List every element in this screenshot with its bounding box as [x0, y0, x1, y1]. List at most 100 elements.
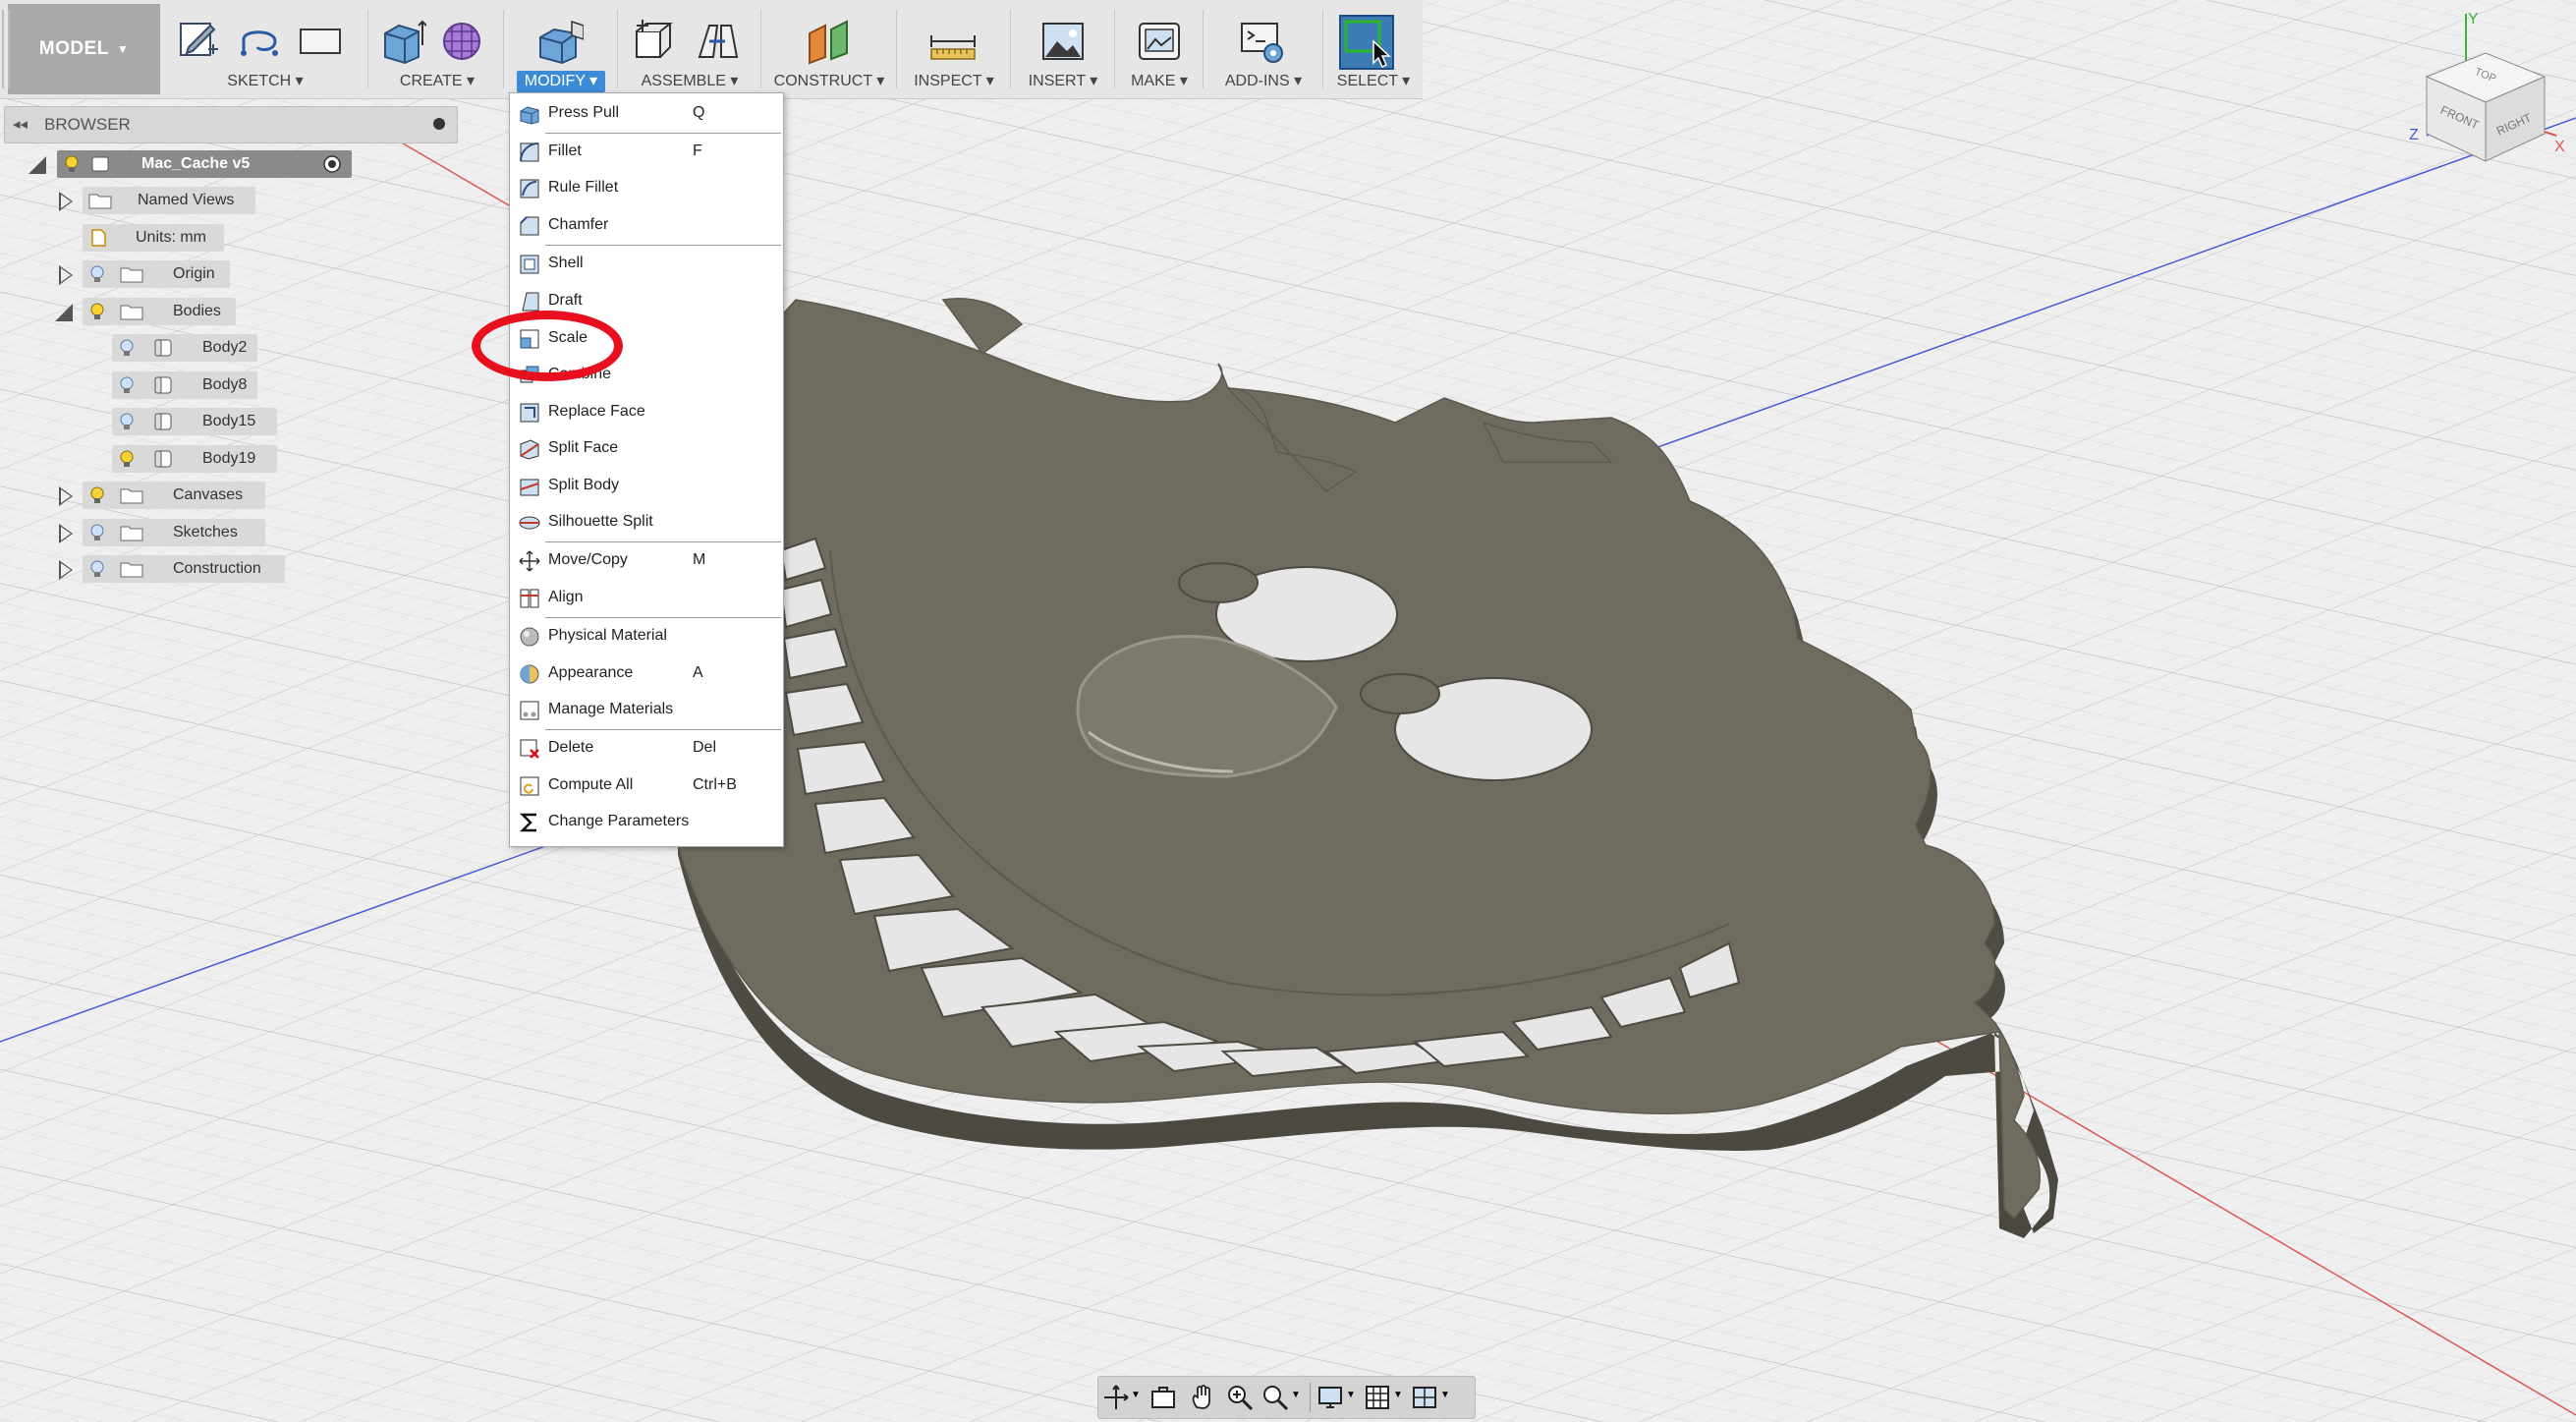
line-tool-icon[interactable]: [236, 18, 283, 65]
tree-item-label: Canvases: [173, 486, 244, 503]
menu-item-compute-all[interactable]: Compute All Ctrl+B: [510, 768, 783, 803]
visibility-bulb-icon[interactable]: [90, 265, 104, 283]
press-pull-icon: [520, 106, 539, 125]
menu-item-label: Press Pull: [548, 104, 620, 121]
toolbar-group-select[interactable]: SELECT ▾: [1326, 4, 1421, 94]
press-pull-icon[interactable]: [536, 18, 584, 65]
3d-print-icon[interactable]: [1136, 18, 1183, 65]
caret-down-icon[interactable]: ▼: [1440, 1390, 1450, 1400]
toolbar-group-label: ASSEMBLE: [641, 73, 726, 89]
menu-item-shortcut: M: [693, 551, 706, 568]
select-icon[interactable]: [1338, 14, 1395, 71]
viewports-icon[interactable]: [1411, 1384, 1438, 1411]
menu-item-shell[interactable]: Shell: [510, 246, 783, 281]
tree-item-body2[interactable]: Body2: [112, 334, 259, 364]
grid-settings-icon[interactable]: [1364, 1384, 1391, 1411]
tree-item-origin[interactable]: Origin: [55, 260, 242, 290]
canvas-viewport[interactable]: [0, 0, 2576, 1422]
menu-item-chamfer[interactable]: Chamfer: [510, 207, 783, 243]
menu-item-rule-fillet[interactable]: Rule Fillet: [510, 170, 783, 205]
menu-item-change-parameters[interactable]: Change Parameters: [510, 804, 783, 839]
toolbar-group-assemble[interactable]: ASSEMBLE ▾: [621, 4, 758, 94]
measure-icon[interactable]: [929, 18, 977, 65]
caret-down-icon[interactable]: ▼: [1346, 1390, 1356, 1400]
activate-radio-icon[interactable]: [322, 154, 342, 174]
collapsed-arrow-icon[interactable]: [59, 524, 73, 543]
zoom-icon[interactable]: [1226, 1384, 1254, 1411]
visibility-bulb-icon[interactable]: [90, 560, 104, 578]
orbit-icon[interactable]: [1102, 1384, 1130, 1411]
visibility-bulb-icon[interactable]: [90, 486, 104, 504]
collapsed-arrow-icon[interactable]: [59, 265, 73, 285]
tree-item-named-views[interactable]: Named Views: [55, 187, 261, 216]
tree-item-canvases[interactable]: Canvases: [55, 482, 271, 511]
menu-item-silhouette-split[interactable]: Silhouette Split: [510, 504, 783, 540]
navigation-bar: ▼ ▼ ▼ ▼ ▼: [1097, 1376, 1476, 1419]
toolbar-group-inspect[interactable]: INSPECT ▾: [900, 4, 1008, 94]
fit-view-icon[interactable]: [1261, 1384, 1289, 1411]
scripts-icon[interactable]: [1238, 18, 1285, 65]
tree-item-construction[interactable]: Construction: [55, 555, 291, 585]
caret-down-icon[interactable]: ▼: [1291, 1390, 1301, 1400]
visibility-bulb-icon[interactable]: [120, 450, 134, 468]
offset-plane-icon[interactable]: [806, 18, 853, 65]
visibility-bulb-icon[interactable]: [120, 376, 134, 394]
rectangle-tool-icon[interactable]: [297, 18, 344, 65]
menu-item-replace-face[interactable]: Replace Face: [510, 394, 783, 429]
form-icon[interactable]: [438, 18, 485, 65]
expanded-arrow-icon[interactable]: [55, 304, 73, 321]
menu-item-delete[interactable]: Delete Del: [510, 730, 783, 766]
menu-item-align[interactable]: Align: [510, 580, 783, 615]
tree-root[interactable]: Mac_Cache v5: [26, 150, 352, 180]
sigma-icon: [519, 813, 536, 832]
tree-item-units[interactable]: Units: mm: [83, 224, 230, 254]
create-sketch-icon[interactable]: [175, 18, 222, 65]
pan-hand-icon[interactable]: [1189, 1384, 1216, 1411]
toolbar-group-create[interactable]: CREATE ▾: [373, 4, 501, 94]
new-component-icon[interactable]: [629, 18, 676, 65]
visibility-bulb-icon[interactable]: [65, 155, 79, 173]
menu-item-appearance[interactable]: Appearance A: [510, 655, 783, 691]
toolbar-group-sketch[interactable]: SKETCH ▾: [167, 4, 364, 94]
workspace-switcher[interactable]: MODEL ▼: [2, 4, 160, 94]
toolbar-group-construct[interactable]: CONSTRUCT ▾: [764, 4, 894, 94]
collapsed-arrow-icon[interactable]: [59, 560, 73, 580]
menu-item-fillet[interactable]: Fillet F: [510, 134, 783, 169]
collapsed-arrow-icon[interactable]: [59, 486, 73, 506]
tree-item-label: Bodies: [173, 303, 221, 319]
tree-item-label: Named Views: [138, 192, 235, 208]
menu-item-physical-material[interactable]: Physical Material: [510, 618, 783, 654]
insert-image-icon[interactable]: [1039, 18, 1087, 65]
menu-item-move-copy[interactable]: Move/Copy M: [510, 542, 783, 578]
visibility-bulb-icon[interactable]: [90, 524, 104, 541]
tree-item-body19[interactable]: Body19: [112, 445, 279, 475]
tree-item-bodies[interactable]: Bodies: [55, 298, 242, 327]
visibility-bulb-icon[interactable]: [90, 303, 104, 320]
visibility-bulb-icon[interactable]: [120, 339, 134, 357]
extrude-icon[interactable]: [379, 18, 426, 65]
browser-panel-header[interactable]: ◂◂ BROWSER: [4, 106, 458, 143]
toolbar-group-modify[interactable]: MODIFY ▾: [507, 4, 615, 94]
menu-item-split-body[interactable]: Split Body: [510, 468, 783, 503]
visibility-bulb-icon[interactable]: [120, 413, 134, 430]
toolbar-group-add-ins[interactable]: ADD-INS ▾: [1206, 4, 1320, 94]
look-at-icon[interactable]: [1149, 1384, 1177, 1411]
tree-item-sketches[interactable]: Sketches: [55, 519, 271, 548]
collapsed-arrow-icon[interactable]: [59, 192, 73, 211]
joint-icon[interactable]: [694, 18, 741, 65]
expanded-arrow-icon[interactable]: [28, 156, 46, 174]
caret-down-icon[interactable]: ▼: [1393, 1390, 1403, 1400]
caret-down-icon[interactable]: ▼: [1131, 1390, 1141, 1400]
tree-item-label: Origin: [173, 265, 215, 282]
viewcube[interactable]: Y Z X TOP FRONT RIGHT: [2397, 8, 2572, 175]
menu-item-manage-materials[interactable]: Manage Materials: [510, 692, 783, 727]
menu-item-press-pull[interactable]: Press Pull Q: [510, 95, 783, 131]
pin-icon[interactable]: [433, 118, 445, 130]
display-settings-icon[interactable]: [1316, 1384, 1344, 1411]
toolbar-group-insert[interactable]: INSERT ▾: [1014, 4, 1112, 94]
collapse-panel-icon[interactable]: ◂◂: [13, 115, 28, 133]
tree-item-body15[interactable]: Body15: [112, 408, 279, 437]
toolbar-group-make[interactable]: MAKE ▾: [1118, 4, 1201, 94]
menu-item-split-face[interactable]: Split Face: [510, 430, 783, 466]
tree-item-body8[interactable]: Body8: [112, 371, 259, 401]
